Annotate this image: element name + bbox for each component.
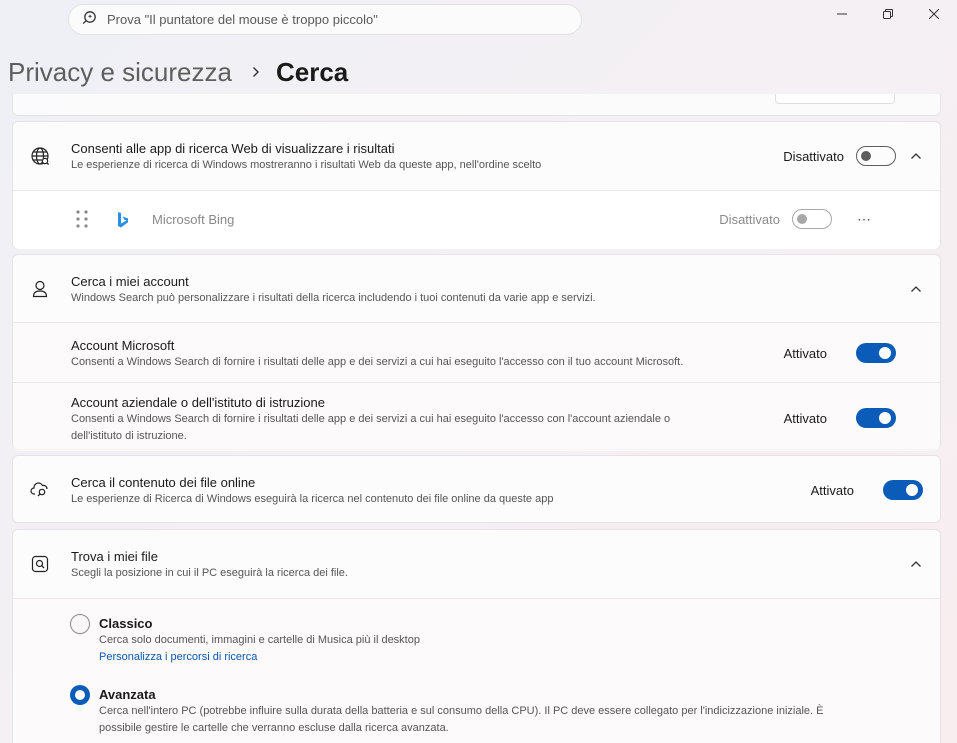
classic-radio[interactable] [70, 614, 90, 634]
close-button[interactable] [911, 0, 957, 28]
accounts-card: Cerca i miei account Windows Search può … [12, 254, 941, 451]
enhanced-description-line2: possibile gestire le cartelle che verran… [99, 722, 449, 734]
dropdown-fragment[interactable] [775, 94, 895, 104]
chevron-up-icon[interactable] [910, 283, 922, 295]
bing-app-name: Microsoft Bing [152, 212, 235, 227]
accounts-header[interactable]: Cerca i miei account Windows Search può … [13, 255, 940, 322]
work-account-description-line2: dell'istituto di istruzione. [71, 430, 187, 442]
restore-button[interactable] [865, 0, 911, 28]
web-search-card: Consenti alle app di ricerca Web di visu… [12, 121, 941, 249]
find-files-header[interactable]: Trova i miei file Scegli la posizione in… [13, 530, 940, 598]
find-files-title: Trova i miei file [71, 549, 158, 564]
settings-search-box[interactable] [68, 4, 582, 35]
web-search-header[interactable]: Consenti alle app di ricerca Web di visu… [13, 122, 940, 190]
microsoft-account-title: Account Microsoft [71, 338, 175, 353]
web-search-state: Disattivato [783, 149, 844, 164]
globe-icon [29, 145, 51, 167]
web-search-toggle[interactable] [856, 146, 896, 166]
person-icon [29, 278, 51, 300]
bing-app-row: Microsoft Bing Disattivato ⋯ [13, 191, 940, 249]
microsoft-account-row: Account Microsoft Consenti a Windows Sea… [13, 323, 940, 382]
customize-search-locations-link[interactable]: Personalizza i percorsi di ricerca [99, 649, 420, 666]
chevron-up-icon[interactable] [910, 150, 922, 162]
microsoft-account-toggle[interactable] [856, 343, 896, 363]
microsoft-account-description: Consenti a Windows Search di fornire i r… [71, 356, 684, 368]
chevron-right-icon [252, 67, 259, 77]
work-account-toggle[interactable] [856, 408, 896, 428]
file-search-icon [29, 553, 51, 575]
web-search-description: Le esperienze di ricerca di Windows most… [71, 159, 542, 171]
work-account-title: Account aziendale o dell'istituto di ist… [71, 395, 325, 410]
bing-logo-icon [116, 211, 130, 234]
accounts-title: Cerca i miei account [71, 274, 189, 289]
accounts-description: Windows Search può personalizzare i risu… [71, 292, 596, 304]
drag-handle-icon[interactable] [75, 209, 89, 234]
search-icon [81, 9, 98, 31]
restore-icon [883, 9, 893, 19]
online-files-card: Cerca il contenuto dei file online Le es… [12, 455, 941, 523]
work-account-description-line1: Consenti a Windows Search di fornire i r… [71, 413, 671, 425]
online-files-row: Cerca il contenuto dei file online Le es… [13, 456, 940, 522]
close-icon [929, 9, 939, 19]
bing-app-state: Disattivato [719, 212, 780, 227]
bing-app-toggle[interactable] [792, 209, 832, 229]
microsoft-account-state: Attivato [783, 346, 827, 361]
online-files-description: Le esperienze di Ricerca di Windows eseg… [71, 493, 554, 505]
window-controls [819, 0, 957, 28]
online-files-title: Cerca il contenuto dei file online [71, 475, 256, 490]
classic-description: Cerca solo documenti, immagini e cartell… [99, 634, 420, 646]
previous-card-fragment [12, 94, 941, 116]
enhanced-radio[interactable] [70, 685, 90, 705]
minimize-icon [837, 13, 847, 15]
work-account-state: Attivato [783, 411, 827, 426]
online-files-state: Attivato [810, 483, 854, 498]
chevron-up-icon[interactable] [910, 558, 922, 570]
find-files-card: Trova i miei file Scegli la posizione in… [12, 529, 941, 743]
minimize-button[interactable] [819, 0, 865, 28]
find-files-description: Scegli la posizione in cui il PC eseguir… [71, 567, 348, 579]
breadcrumb: Privacy e sicurezza Cerca [8, 55, 348, 89]
classic-title: Classico [99, 616, 153, 631]
search-mode-options: Classico Cerca solo documenti, immagini … [13, 599, 940, 743]
enhanced-title: Avanzata [99, 687, 156, 702]
enhanced-description-line1: Cerca nell'intero PC (potrebbe influire … [99, 705, 824, 717]
search-input[interactable] [107, 12, 547, 27]
online-files-toggle[interactable] [883, 480, 923, 500]
page-title: Cerca [275, 56, 349, 87]
web-search-title: Consenti alle app di ricerca Web di visu… [71, 141, 395, 156]
more-options-icon[interactable]: ⋯ [857, 211, 872, 228]
cloud-search-icon [29, 478, 51, 500]
breadcrumb-parent[interactable]: Privacy e sicurezza [8, 57, 232, 88]
work-account-row: Account aziendale o dell'istituto di ist… [13, 383, 940, 451]
